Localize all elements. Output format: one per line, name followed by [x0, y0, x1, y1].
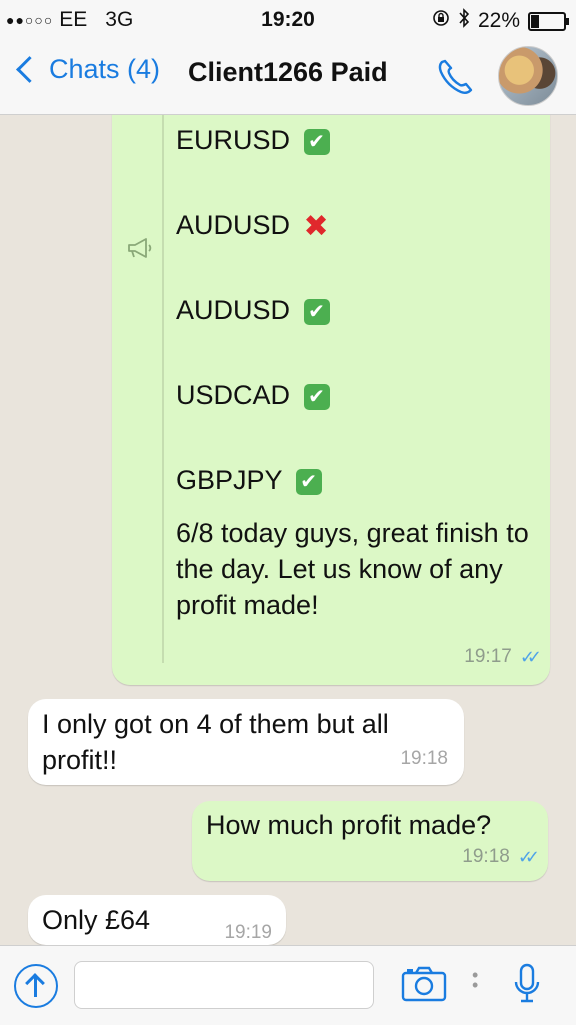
trade-line: AUDUSD ✖: [176, 207, 329, 245]
trade-line: USDCAD ✔: [176, 377, 330, 413]
cross-mark-icon: ✖: [303, 209, 329, 243]
check-mark-icon: ✔: [303, 383, 330, 410]
message-time: 19:17: [464, 646, 512, 667]
trade-pair: AUDUSD: [176, 295, 291, 325]
message-text: Only £64: [42, 905, 151, 935]
check-mark-icon: ✔: [303, 128, 330, 155]
bluetooth-icon: [458, 8, 470, 34]
read-ticks-icon: ✓✓: [517, 847, 540, 867]
megaphone-icon: [128, 238, 152, 258]
trade-pair: EURUSD: [176, 125, 291, 155]
message-list[interactable]: EURUSD ✔ AUDUSD ✖ AUDUSD ✔ USDCAD ✔ GBPJ…: [0, 115, 576, 945]
check-mark-icon: ✔: [295, 468, 322, 495]
more-icon[interactable]: • •: [472, 966, 478, 994]
message-text: 6/8 today guys, great finish to the day.…: [176, 518, 529, 620]
check-mark-icon: ✔: [303, 298, 330, 325]
message-time: 19:19: [224, 922, 272, 943]
message-text: I only got on 4 of them but all profit!!: [42, 709, 389, 775]
read-ticks-icon: ✓✓: [519, 647, 542, 667]
message-meta: 19:18 ✓✓: [462, 839, 540, 875]
message-text: How much profit made?: [206, 810, 492, 840]
camera-icon[interactable]: [401, 966, 447, 1002]
trade-pair: GBPJPY: [176, 465, 283, 495]
message-input[interactable]: [74, 961, 374, 1009]
trade-line: EURUSD ✔: [176, 122, 330, 158]
incoming-message[interactable]: I only got on 4 of them but all profit!!…: [28, 699, 464, 785]
trade-pair: USDCAD: [176, 380, 291, 410]
trade-pair: AUDUSD: [176, 210, 291, 240]
incoming-message[interactable]: Only £64 19:19: [28, 895, 286, 945]
battery-percent: 22%: [477, 9, 520, 32]
back-label: Chats (4): [49, 54, 161, 84]
phone-icon[interactable]: [434, 58, 476, 96]
composer-bar: • •: [0, 945, 576, 1025]
microphone-icon[interactable]: [512, 961, 542, 1007]
message-meta: 19:18: [400, 741, 448, 777]
broadcast-message[interactable]: EURUSD ✔ AUDUSD ✖ AUDUSD ✔ USDCAD ✔ GBPJ…: [112, 115, 550, 685]
orientation-lock-icon: [432, 9, 450, 33]
message-time: 19:18: [462, 846, 510, 867]
upload-icon[interactable]: [14, 964, 58, 1008]
chat-title[interactable]: Client1266 Paid: [188, 57, 388, 88]
broadcast-divider: [162, 115, 164, 663]
message-time: 19:18: [400, 748, 448, 769]
trade-line: GBPJPY ✔: [176, 462, 322, 498]
trade-line: AUDUSD ✔: [176, 292, 330, 328]
message-meta: 19:17 ✓✓: [464, 639, 542, 675]
chevron-left-icon: [16, 56, 43, 83]
avatar[interactable]: [498, 46, 558, 106]
chat-header: Chats (4) Client1266 Paid: [0, 40, 576, 115]
back-button[interactable]: Chats (4): [12, 54, 160, 85]
outgoing-message[interactable]: How much profit made? 19:18 ✓✓: [192, 801, 548, 881]
battery-icon: [528, 11, 569, 31]
status-bar: ●●○○○ EE 3G 19:20 22%: [0, 0, 576, 40]
message-meta: 19:19: [224, 915, 272, 945]
